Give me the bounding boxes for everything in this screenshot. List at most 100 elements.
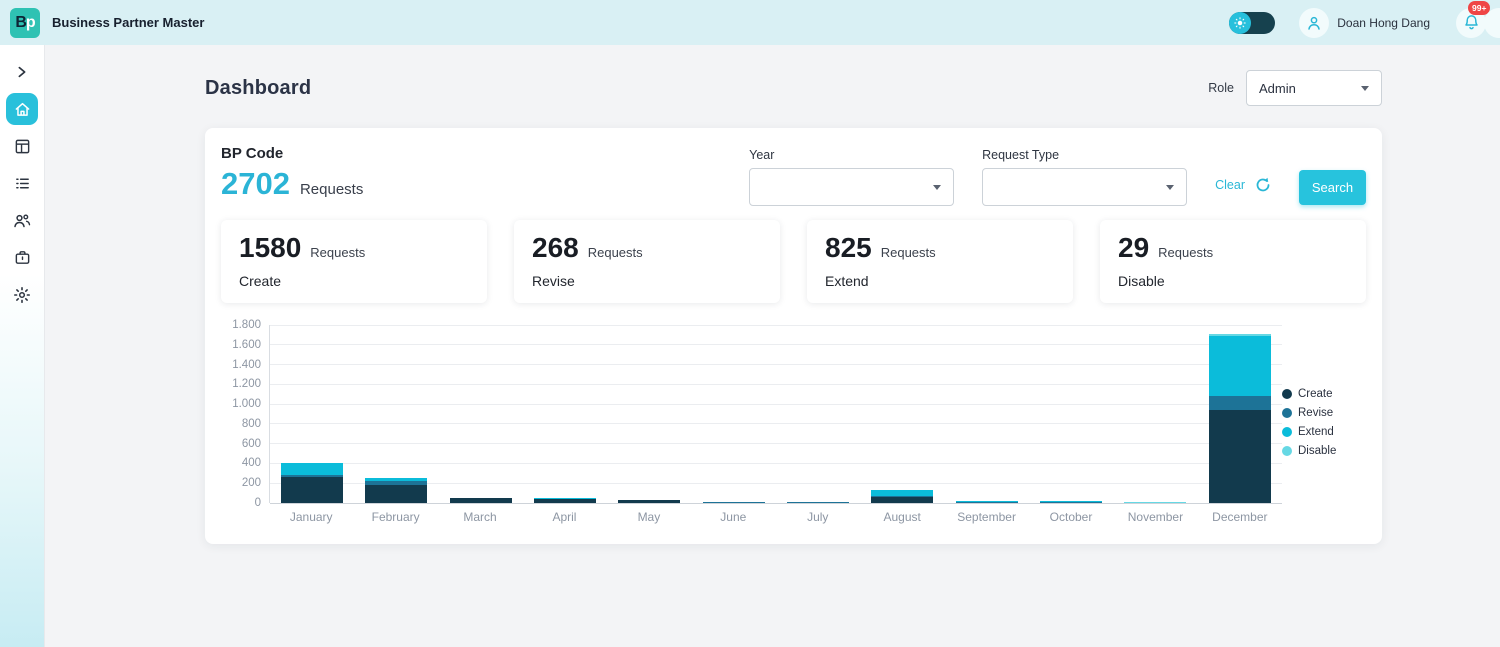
stat-label: Disable bbox=[1118, 273, 1348, 289]
sun-icon bbox=[1229, 12, 1251, 34]
year-select[interactable] bbox=[749, 168, 954, 206]
users-icon bbox=[13, 212, 31, 230]
gear-icon bbox=[13, 286, 31, 304]
stat-value: 1580 bbox=[239, 232, 301, 264]
legend-item-create[interactable]: Create bbox=[1282, 388, 1366, 400]
chart-column bbox=[860, 325, 944, 503]
chart-bars bbox=[270, 325, 1282, 503]
legend-item-extend[interactable]: Extend bbox=[1282, 426, 1366, 438]
y-tick-label: 0 bbox=[255, 497, 261, 509]
legend-dot bbox=[1282, 389, 1292, 399]
x-tick-label: July bbox=[776, 510, 860, 524]
person-icon bbox=[1306, 15, 1322, 31]
home-icon bbox=[14, 101, 31, 118]
chart-column bbox=[692, 325, 776, 503]
stat-unit: Requests bbox=[1158, 245, 1213, 260]
page-title: Dashboard bbox=[205, 77, 311, 100]
search-button[interactable]: Search bbox=[1299, 170, 1366, 205]
sidebar-item-home[interactable] bbox=[6, 93, 38, 125]
bell-icon bbox=[1463, 14, 1480, 31]
sidebar-item-users[interactable] bbox=[4, 202, 40, 239]
legend-dot bbox=[1282, 446, 1292, 456]
bar-segment-create bbox=[450, 498, 512, 503]
x-tick-label: September bbox=[944, 510, 1028, 524]
notifications-button[interactable]: 99+ bbox=[1456, 8, 1486, 38]
chart-column bbox=[270, 325, 354, 503]
list-icon bbox=[14, 175, 31, 192]
chart-column bbox=[776, 325, 860, 503]
user-avatar bbox=[1299, 8, 1329, 38]
sidebar-item-briefcase[interactable] bbox=[4, 239, 40, 276]
legend-label: Disable bbox=[1298, 445, 1336, 457]
bp-code-unit: Requests bbox=[300, 181, 363, 198]
stat-label: Extend bbox=[825, 273, 1055, 289]
bar-segment-revise bbox=[956, 502, 1018, 503]
x-tick-label: December bbox=[1198, 510, 1282, 524]
chevron-down-icon bbox=[1166, 185, 1174, 190]
bar-segment-extend bbox=[1209, 336, 1271, 396]
stacked-bar bbox=[534, 498, 596, 503]
x-tick-label: February bbox=[353, 510, 437, 524]
stat-unit: Requests bbox=[588, 245, 643, 260]
request-type-select[interactable] bbox=[982, 168, 1187, 206]
legend-item-revise[interactable]: Revise bbox=[1282, 407, 1366, 419]
stat-unit: Requests bbox=[881, 245, 936, 260]
user-menu[interactable]: Doan Hong Dang bbox=[1299, 8, 1430, 38]
sidebar-expand-button[interactable] bbox=[4, 53, 40, 90]
legend-label: Revise bbox=[1298, 407, 1333, 419]
chart-column bbox=[1029, 325, 1113, 503]
stacked-bar bbox=[703, 502, 765, 503]
theme-toggle[interactable] bbox=[1229, 12, 1275, 34]
app-logo: Bp bbox=[10, 8, 40, 38]
y-tick-label: 400 bbox=[242, 457, 261, 469]
bp-code-value: 2702 bbox=[221, 166, 290, 202]
y-tick-label: 800 bbox=[242, 418, 261, 430]
role-selector-group: Role Admin bbox=[1208, 70, 1382, 106]
chart-column bbox=[439, 325, 523, 503]
logo-letter-b: B bbox=[15, 14, 26, 32]
clear-filters-button[interactable]: Clear bbox=[1215, 177, 1271, 193]
sidebar bbox=[0, 45, 45, 647]
filter-row: Year Request Type Clear bbox=[749, 145, 1366, 206]
x-tick-label: March bbox=[438, 510, 522, 524]
year-label: Year bbox=[749, 148, 954, 162]
sidebar-item-layout[interactable] bbox=[4, 128, 40, 165]
stat-value: 29 bbox=[1118, 232, 1149, 264]
chart-column bbox=[1113, 325, 1197, 503]
chevron-down-icon bbox=[933, 185, 941, 190]
main-content: Dashboard Role Admin BP Code 2702 Reques… bbox=[45, 70, 1500, 544]
sidebar-item-list[interactable] bbox=[4, 165, 40, 202]
bar-segment-create bbox=[365, 485, 427, 503]
x-tick-label: April bbox=[522, 510, 606, 524]
bar-segment-create bbox=[281, 477, 343, 503]
legend-label: Extend bbox=[1298, 426, 1334, 438]
clear-label: Clear bbox=[1215, 178, 1245, 192]
bp-code-summary: BP Code 2702 Requests bbox=[221, 145, 363, 206]
dashboard-card: BP Code 2702 Requests Year Request Type bbox=[205, 128, 1382, 544]
chevron-right-icon bbox=[15, 65, 29, 79]
stacked-bar bbox=[1209, 334, 1271, 503]
legend-item-disable[interactable]: Disable bbox=[1282, 445, 1366, 457]
x-tick-label: October bbox=[1029, 510, 1113, 524]
refresh-icon bbox=[1255, 177, 1271, 193]
stacked-bar bbox=[956, 501, 1018, 503]
requests-bar-chart: 02004006008001.0001.2001.4001.6001.800 C… bbox=[221, 325, 1366, 524]
role-select-value: Admin bbox=[1259, 81, 1296, 96]
sidebar-item-settings[interactable] bbox=[4, 276, 40, 313]
chart-column bbox=[1198, 325, 1282, 503]
stat-card-extend: 825 Requests Extend bbox=[807, 220, 1073, 303]
stacked-bar bbox=[1124, 502, 1186, 503]
stacked-bar bbox=[787, 502, 849, 503]
legend-label: Create bbox=[1298, 388, 1333, 400]
stat-card-create: 1580 Requests Create bbox=[221, 220, 487, 303]
x-tick-label: May bbox=[607, 510, 691, 524]
stacked-bar bbox=[450, 498, 512, 503]
bar-segment-revise bbox=[787, 502, 849, 503]
app-title: Business Partner Master bbox=[52, 15, 204, 30]
stat-label: Revise bbox=[532, 273, 762, 289]
role-select[interactable]: Admin bbox=[1246, 70, 1382, 106]
y-tick-label: 1.400 bbox=[232, 359, 261, 371]
x-tick-label: January bbox=[269, 510, 353, 524]
stat-card-disable: 29 Requests Disable bbox=[1100, 220, 1366, 303]
y-tick-label: 1.000 bbox=[232, 398, 261, 410]
